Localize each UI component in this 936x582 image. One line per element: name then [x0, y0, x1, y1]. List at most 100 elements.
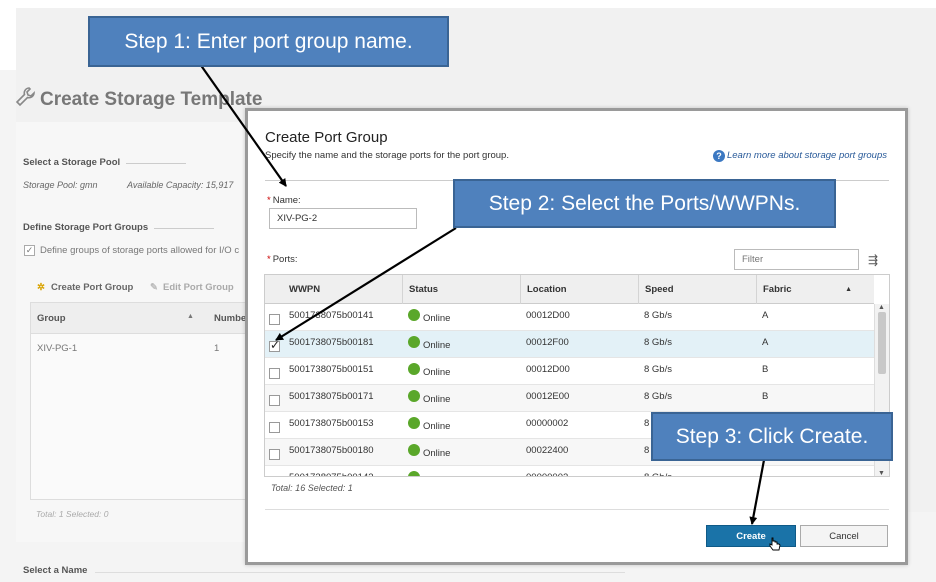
cancel-button[interactable]: Cancel: [800, 525, 888, 547]
location-cell: 00012D00: [526, 310, 570, 321]
divider: [95, 572, 625, 573]
table-row[interactable]: ✓ 5001738075b00181 Online 00012F00 8 Gb/s A: [265, 331, 874, 358]
col-speed-header[interactable]: Speed: [638, 275, 756, 304]
filter-input[interactable]: [734, 249, 859, 270]
create-port-group-dialog: Create Port Group Specify the name and t…: [245, 108, 908, 565]
table-row[interactable]: 5001738075b00151 Online 00012D00 8 Gb/s B: [265, 358, 874, 385]
add-sparkle-icon: ✲: [37, 282, 45, 293]
row-checkbox[interactable]: ✓: [269, 338, 281, 352]
ports-total: Total: 16 Selected: 1: [271, 483, 353, 493]
status-cell: Online: [402, 358, 450, 385]
col-number-header[interactable]: Numbe: [214, 313, 246, 324]
col-status-header[interactable]: Status: [402, 275, 520, 304]
fabric-cell: B: [762, 364, 769, 375]
wrench-icon: [15, 87, 35, 107]
status-cell: Online: [402, 466, 450, 476]
wwpn-cell: 5001738075b00171: [289, 391, 374, 402]
wwpn-cell: 5001738075b00153: [289, 418, 374, 429]
sort-asc-icon: ▲: [187, 313, 194, 320]
online-status-icon: [408, 417, 420, 429]
port-groups-total: Total: 1 Selected: 0: [36, 509, 109, 519]
location-cell: 00012D00: [526, 364, 570, 375]
help-link-text: Learn more about storage port groups: [726, 150, 887, 161]
available-capacity-text: Available Capacity: 15,917: [127, 180, 234, 190]
clear-filter-icon[interactable]: ⇶: [868, 253, 878, 267]
create-button[interactable]: Create: [706, 525, 796, 547]
speed-cell: 8 Gb/s: [644, 364, 672, 375]
status-cell: Online: [402, 304, 450, 331]
table-row[interactable]: 5001738075b00171 Online 00012E00 8 Gb/s B: [265, 385, 874, 412]
step3-callout: Step 3: Click Create.: [651, 412, 893, 461]
group-cell[interactable]: XIV-PG-1: [37, 343, 77, 354]
scroll-up-icon[interactable]: ▲: [878, 304, 885, 311]
col-group-header[interactable]: Group: [37, 313, 66, 324]
col-fabric-header[interactable]: Fabric ▲: [756, 275, 874, 304]
section-name: Select a Name: [23, 565, 88, 576]
port-groups-table: [30, 302, 248, 500]
col-wwpn-header[interactable]: WWPN: [283, 275, 402, 304]
step2-callout: Step 2: Select the Ports/WWPNs.: [453, 179, 836, 228]
online-status-icon: [408, 336, 420, 348]
ports-label: * Ports:: [267, 254, 298, 265]
help-icon: ?: [712, 150, 725, 162]
online-status-icon: [408, 471, 420, 476]
speed-cell: 8 Gb/s: [644, 391, 672, 402]
location-cell: 00000002: [526, 418, 569, 429]
online-status-icon: [408, 444, 420, 456]
row-checkbox[interactable]: [269, 422, 280, 433]
wwpn-cell: 5001738075b00143: [283, 466, 374, 476]
wwpn-cell: 5001738075b00181: [289, 337, 374, 348]
define-groups-checkbox[interactable]: ✓: [24, 245, 35, 256]
table-row[interactable]: 5001738075b00141 Online 00012D00 8 Gb/s A: [265, 304, 874, 331]
speed-cell: 8: [644, 445, 650, 456]
storage-pool-text: Storage Pool: gmn: [23, 180, 98, 190]
section-port-groups: Define Storage Port Groups: [23, 222, 215, 233]
row-checkbox[interactable]: [269, 449, 280, 460]
col-location-header[interactable]: Location: [520, 275, 638, 304]
fabric-cell: [756, 466, 762, 476]
location-cell: 00022400: [526, 445, 569, 456]
page-title: Create Storage Template: [40, 89, 263, 110]
name-label: * Name:: [267, 195, 301, 206]
row-checkbox[interactable]: [269, 395, 280, 406]
online-status-icon: [408, 363, 420, 375]
check-icon: ✓: [270, 338, 281, 352]
fabric-cell: A: [762, 337, 769, 348]
select-all-header: [265, 275, 283, 304]
table-header-row: WWPN Status Location Speed Fabric ▲: [265, 275, 874, 304]
sort-asc-icon: ▲: [845, 286, 852, 293]
pencil-icon: ✎: [150, 282, 158, 293]
location-cell: 00000002: [520, 466, 568, 476]
status-cell: Online: [402, 331, 450, 358]
port-group-name-input[interactable]: [269, 208, 417, 229]
wwpn-cell: 5001738075b00151: [289, 364, 374, 375]
hand-cursor-icon: [769, 537, 781, 551]
fabric-cell: B: [762, 391, 769, 402]
fabric-cell: A: [762, 310, 769, 321]
help-link[interactable]: ? Learn more about storage port groups: [712, 150, 887, 162]
row-checkbox[interactable]: [269, 314, 280, 325]
row-checkbox[interactable]: [269, 476, 280, 477]
edit-port-group-link[interactable]: Edit Port Group: [163, 282, 234, 293]
speed-cell: 8 Gb/s: [644, 337, 672, 348]
status-cell: Online: [402, 439, 450, 466]
create-port-group-link[interactable]: Create Port Group: [51, 282, 133, 293]
status-cell: Online: [402, 385, 450, 412]
online-status-icon: [408, 309, 420, 321]
divider: [265, 509, 889, 510]
dialog-subtitle: Specify the name and the storage ports f…: [265, 150, 509, 161]
define-groups-text: Define groups of storage ports allowed f…: [40, 245, 240, 256]
wwpn-cell: 5001738075b00141: [289, 310, 374, 321]
row-checkbox[interactable]: [269, 368, 280, 379]
dialog-title: Create Port Group: [265, 129, 388, 146]
scrollbar-thumb[interactable]: [878, 312, 886, 374]
speed-cell: 8: [644, 418, 650, 429]
online-status-icon: [408, 390, 420, 402]
speed-cell: 8 Gb/s: [644, 310, 672, 321]
table-row[interactable]: 5001738075b00143 Online 00000002 8 Gb/s: [265, 466, 874, 477]
location-cell: 00012E00: [526, 391, 570, 402]
speed-cell: 8 Gb/s: [638, 466, 672, 476]
status-cell: Online: [402, 412, 450, 439]
number-cell: 1: [214, 343, 220, 354]
scroll-down-icon[interactable]: ▼: [878, 470, 885, 476]
